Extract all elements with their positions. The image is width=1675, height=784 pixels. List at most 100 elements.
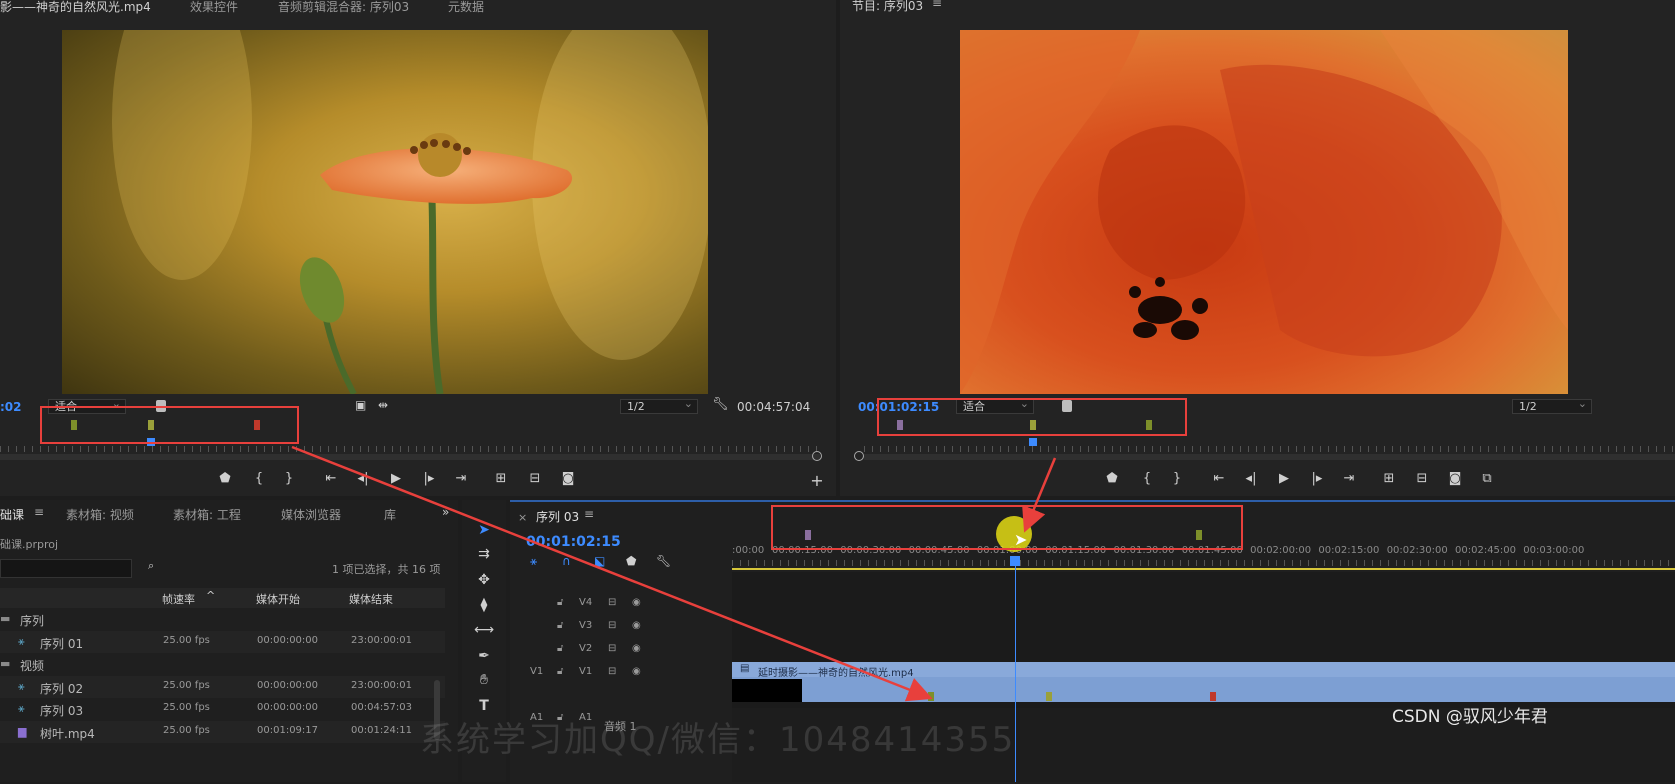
- add-marker-icon[interactable]: ⬟: [216, 470, 234, 488]
- tab-source-clip[interactable]: 影——神奇的自然风光.mp4: [0, 0, 151, 15]
- column-media-start[interactable]: 媒体开始: [256, 591, 300, 607]
- project-row[interactable]: ▆ 树叶.mp4 25.00 fps 00:01:09:17 00:01:24:11: [0, 720, 445, 743]
- linked-selection-icon[interactable]: ⬕: [594, 554, 605, 568]
- track-header[interactable]: 🔓︎ V3 ⊟ ◉: [512, 616, 732, 638]
- source-resolution-select[interactable]: 1/2: [620, 397, 698, 414]
- project-row[interactable]: ⚹ 序列 02 25.00 fps 00:00:00:00 23:00:00:01: [0, 675, 445, 698]
- track-lock-icon[interactable]: 🔓︎: [557, 643, 563, 654]
- project-row[interactable]: ▬ 视频: [0, 653, 445, 675]
- insert-icon[interactable]: ⇹: [378, 398, 388, 412]
- program-resolution-select[interactable]: 1/2: [1512, 397, 1592, 414]
- program-go-to-in-icon[interactable]: ⇤: [1210, 470, 1228, 488]
- pen-tool-icon[interactable]: ✒: [472, 646, 496, 666]
- program-time-ruler[interactable]: [864, 446, 1675, 452]
- timeline-ruler[interactable]: [732, 560, 1675, 566]
- track-eye-icon[interactable]: ◉: [632, 643, 641, 654]
- camera-icon[interactable]: ◙: [559, 470, 577, 488]
- insert-clip-icon[interactable]: ⊞: [492, 470, 510, 488]
- timeline-playhead-head[interactable]: [1010, 556, 1020, 566]
- project-row[interactable]: ▬ 序列: [0, 608, 445, 630]
- clip-marker-1[interactable]: [928, 692, 934, 701]
- overwrite-clip-icon[interactable]: ⊟: [526, 470, 544, 488]
- project-row[interactable]: ⚹ 序列 03 25.00 fps 00:00:00:00 00:04:57:03: [0, 698, 445, 720]
- program-mark-in-icon[interactable]: {: [1138, 470, 1156, 488]
- sort-ascending-icon[interactable]: ^: [206, 589, 215, 602]
- go-to-out-icon[interactable]: ⇥: [452, 470, 470, 488]
- mark-out-icon[interactable]: }: [280, 470, 298, 488]
- tab-media-browser[interactable]: 媒体浏览器: [281, 506, 341, 523]
- project-row[interactable]: ⚹ 序列 01 25.00 fps 00:00:00:00 23:00:00:01: [0, 630, 445, 653]
- tab-bin-video[interactable]: 素材箱: 视频: [66, 506, 134, 523]
- timeline-add-marker-icon[interactable]: ⬟: [626, 554, 636, 568]
- track-eye-icon[interactable]: ◉: [632, 620, 641, 631]
- track-header[interactable]: 🔓︎ V2 ⊟ ◉: [512, 639, 732, 661]
- source-patch-label[interactable]: V1: [530, 666, 543, 677]
- nest-toggle-icon[interactable]: ⚹: [530, 554, 537, 569]
- razor-tool-icon[interactable]: ⧫: [472, 595, 496, 615]
- program-playhead-marker[interactable]: [1029, 438, 1037, 446]
- column-frame-rate[interactable]: 帧速率: [162, 591, 195, 607]
- track-lock-icon[interactable]: 🔓︎: [557, 666, 563, 677]
- track-output-icon[interactable]: ⊟: [608, 666, 616, 677]
- v1-clip[interactable]: ▤ 延时摄影——神奇的自然风光.mp4: [732, 662, 1675, 702]
- track-select-tool-icon[interactable]: ⇉: [472, 544, 496, 564]
- program-scroll-start-handle[interactable]: [854, 451, 864, 461]
- comparison-view-icon[interactable]: ⧉: [1478, 470, 1496, 488]
- go-to-in-icon[interactable]: ⇤: [322, 470, 340, 488]
- program-scrollbar[interactable]: [864, 454, 1675, 460]
- more-tabs-icon[interactable]: »: [442, 505, 449, 519]
- snap-icon[interactable]: ∩: [562, 554, 571, 568]
- track-output-icon[interactable]: ⊟: [608, 620, 616, 631]
- tab-audio-mixer[interactable]: 音频剪辑混合器: 序列03: [278, 0, 409, 15]
- source-scrollbar[interactable]: [0, 454, 820, 460]
- tab-bin-project[interactable]: 素材箱: 工程: [173, 506, 241, 523]
- tab-sequence[interactable]: 序列 03: [536, 508, 579, 525]
- clip-marker-2[interactable]: [1046, 692, 1052, 701]
- settings-wrench-icon[interactable]: 🔧︎: [712, 397, 729, 412]
- hand-tool-icon[interactable]: ✋︎: [472, 670, 496, 690]
- column-media-end[interactable]: 媒体结束: [349, 591, 393, 607]
- clip-marker-3[interactable]: [1210, 692, 1216, 701]
- program-camera-icon[interactable]: ◙: [1446, 470, 1464, 488]
- timeline-timecode[interactable]: 00:01:02:15: [526, 534, 621, 550]
- panel-menu-icon[interactable]: ≡: [932, 0, 942, 10]
- tab-effect-controls[interactable]: 效果控件: [190, 0, 238, 15]
- mark-in-icon[interactable]: {: [250, 470, 268, 488]
- work-area-bar[interactable]: [732, 568, 1675, 570]
- ripple-edit-tool-icon[interactable]: ✥: [472, 570, 496, 590]
- lift-icon[interactable]: ⊞: [1380, 470, 1398, 488]
- track-header[interactable]: 🔓︎ V4 ⊟ ◉: [512, 593, 732, 615]
- track-lock-icon[interactable]: 🔓︎: [557, 620, 563, 631]
- play-icon[interactable]: ▶: [387, 470, 405, 488]
- export-frame-icon[interactable]: ▣: [355, 398, 366, 412]
- new-search-bin-icon[interactable]: ⌕: [148, 559, 154, 573]
- track-output-icon[interactable]: ⊟: [608, 643, 616, 654]
- close-sequence-icon[interactable]: ×: [518, 511, 527, 524]
- slip-tool-icon[interactable]: ⟷: [472, 620, 496, 640]
- tab-metadata[interactable]: 元数据: [448, 0, 484, 15]
- track-output-icon[interactable]: ⊟: [608, 597, 616, 608]
- selection-tool-icon[interactable]: ➤: [472, 520, 496, 540]
- tab-libraries[interactable]: 库: [384, 506, 396, 523]
- program-play-icon[interactable]: ▶: [1275, 470, 1293, 488]
- add-button-icon[interactable]: +: [808, 472, 826, 490]
- project-search-input[interactable]: [0, 559, 132, 578]
- track-header[interactable]: V1 🔓︎ V1 ⊟ ◉: [512, 662, 732, 684]
- program-mark-out-icon[interactable]: }: [1168, 470, 1186, 488]
- extract-icon[interactable]: ⊟: [1413, 470, 1431, 488]
- source-time-ruler[interactable]: [0, 446, 820, 452]
- track-eye-icon[interactable]: ◉: [632, 666, 641, 677]
- timeline-settings-icon[interactable]: 🔧︎: [656, 554, 671, 568]
- source-scroll-end-handle[interactable]: [812, 451, 822, 461]
- program-add-marker-icon[interactable]: ⬟: [1103, 470, 1121, 488]
- sequence-tab-menu-icon[interactable]: ≡: [584, 507, 594, 521]
- step-forward-icon[interactable]: |▸: [420, 470, 438, 488]
- track-lock-icon[interactable]: 🔓︎: [557, 597, 563, 608]
- track-eye-icon[interactable]: ◉: [632, 597, 641, 608]
- step-back-icon[interactable]: ◂|: [354, 470, 372, 488]
- program-go-to-out-icon[interactable]: ⇥: [1340, 470, 1358, 488]
- program-step-back-icon[interactable]: ◂|: [1242, 470, 1260, 488]
- tab-project[interactable]: 础课: [0, 506, 24, 523]
- project-tab-menu-icon[interactable]: ≡: [34, 505, 44, 519]
- program-step-forward-icon[interactable]: |▸: [1308, 470, 1326, 488]
